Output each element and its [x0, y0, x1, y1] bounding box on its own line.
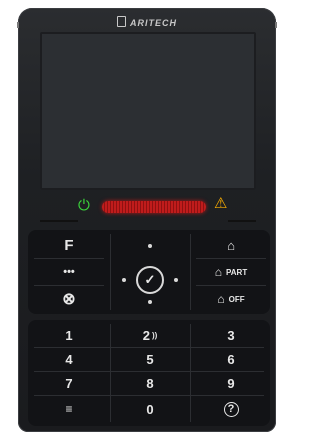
- power-icon: ⏻: [78, 197, 90, 214]
- key-4[interactable]: 4: [34, 349, 104, 370]
- key-2-label: 2: [142, 327, 150, 343]
- key-9[interactable]: 9: [196, 373, 266, 394]
- part-arm-key[interactable]: ⌂ PART: [196, 260, 266, 284]
- key-4-label: 4: [65, 352, 73, 367]
- divider: [196, 285, 266, 286]
- divider: [34, 347, 264, 348]
- key-9-label: 9: [227, 376, 235, 391]
- f-key-label: F: [64, 236, 74, 254]
- groove-left: [40, 220, 78, 222]
- help-icon: ?: [223, 401, 239, 417]
- wireless-icon: )): [151, 330, 158, 340]
- key-6[interactable]: 6: [196, 349, 266, 370]
- keypad-device: ARITECH ⏻ ⚠ F ••• ⊗ ✓ ⌂ ⌂ PART ⌂ OFF 1 2…: [17, 8, 277, 432]
- nav-down-dot[interactable]: [148, 300, 152, 304]
- off-house-icon: ⌂: [217, 292, 225, 306]
- key-2[interactable]: 2)): [114, 324, 186, 346]
- home-icon: ⌂: [227, 237, 235, 253]
- more-key[interactable]: •••: [34, 260, 104, 284]
- part-label: PART: [226, 267, 248, 277]
- brand-icon: [117, 16, 126, 27]
- cancel-icon: ⊗: [62, 291, 76, 308]
- key-3[interactable]: 3: [196, 324, 266, 346]
- nav-up-dot[interactable]: [148, 244, 152, 248]
- groove-right: [228, 220, 256, 222]
- divider: [110, 324, 111, 422]
- ok-key[interactable]: ✓: [136, 266, 164, 294]
- off-key[interactable]: ⌂ OFF: [196, 287, 266, 311]
- help-icon-glyph: ?: [227, 403, 235, 415]
- key-1[interactable]: 1: [34, 324, 104, 346]
- key-7[interactable]: 7: [34, 373, 104, 394]
- key-1-label: 1: [65, 327, 73, 343]
- key-0-label: 0: [146, 401, 154, 417]
- key-5[interactable]: 5: [114, 349, 186, 370]
- key-7-label: 7: [65, 376, 73, 391]
- status-led-bar: [102, 201, 206, 213]
- off-label: OFF: [228, 294, 245, 304]
- home-arm-key[interactable]: ⌂: [196, 233, 266, 257]
- menu-list-icon: ≡: [65, 402, 73, 416]
- key-8[interactable]: 8: [114, 373, 186, 394]
- brand-name: ARITECH: [130, 18, 177, 28]
- divider: [34, 395, 264, 396]
- brand-logo: ARITECH: [18, 16, 276, 28]
- f-key[interactable]: F: [34, 233, 104, 257]
- divider: [190, 234, 191, 310]
- divider: [34, 258, 104, 259]
- nav-left-dot[interactable]: [122, 278, 126, 282]
- more-icon: •••: [63, 266, 75, 278]
- divider: [196, 258, 266, 259]
- nav-right-dot[interactable]: [174, 278, 178, 282]
- key-3-label: 3: [227, 327, 235, 343]
- divider: [190, 324, 191, 422]
- warning-icon: ⚠: [214, 195, 228, 212]
- cancel-key[interactable]: ⊗: [34, 287, 104, 311]
- key-6-label: 6: [227, 352, 235, 367]
- divider: [34, 371, 264, 372]
- key-8-label: 8: [146, 376, 154, 391]
- display-screen: [40, 32, 256, 190]
- divider: [34, 285, 104, 286]
- divider: [110, 234, 111, 310]
- part-house-icon: ⌂: [214, 265, 223, 279]
- key-5-label: 5: [146, 352, 154, 367]
- key-0[interactable]: 0: [114, 397, 186, 421]
- check-icon: ✓: [144, 272, 156, 287]
- help-key[interactable]: ?: [196, 397, 266, 421]
- menu-key[interactable]: ≡: [34, 397, 104, 421]
